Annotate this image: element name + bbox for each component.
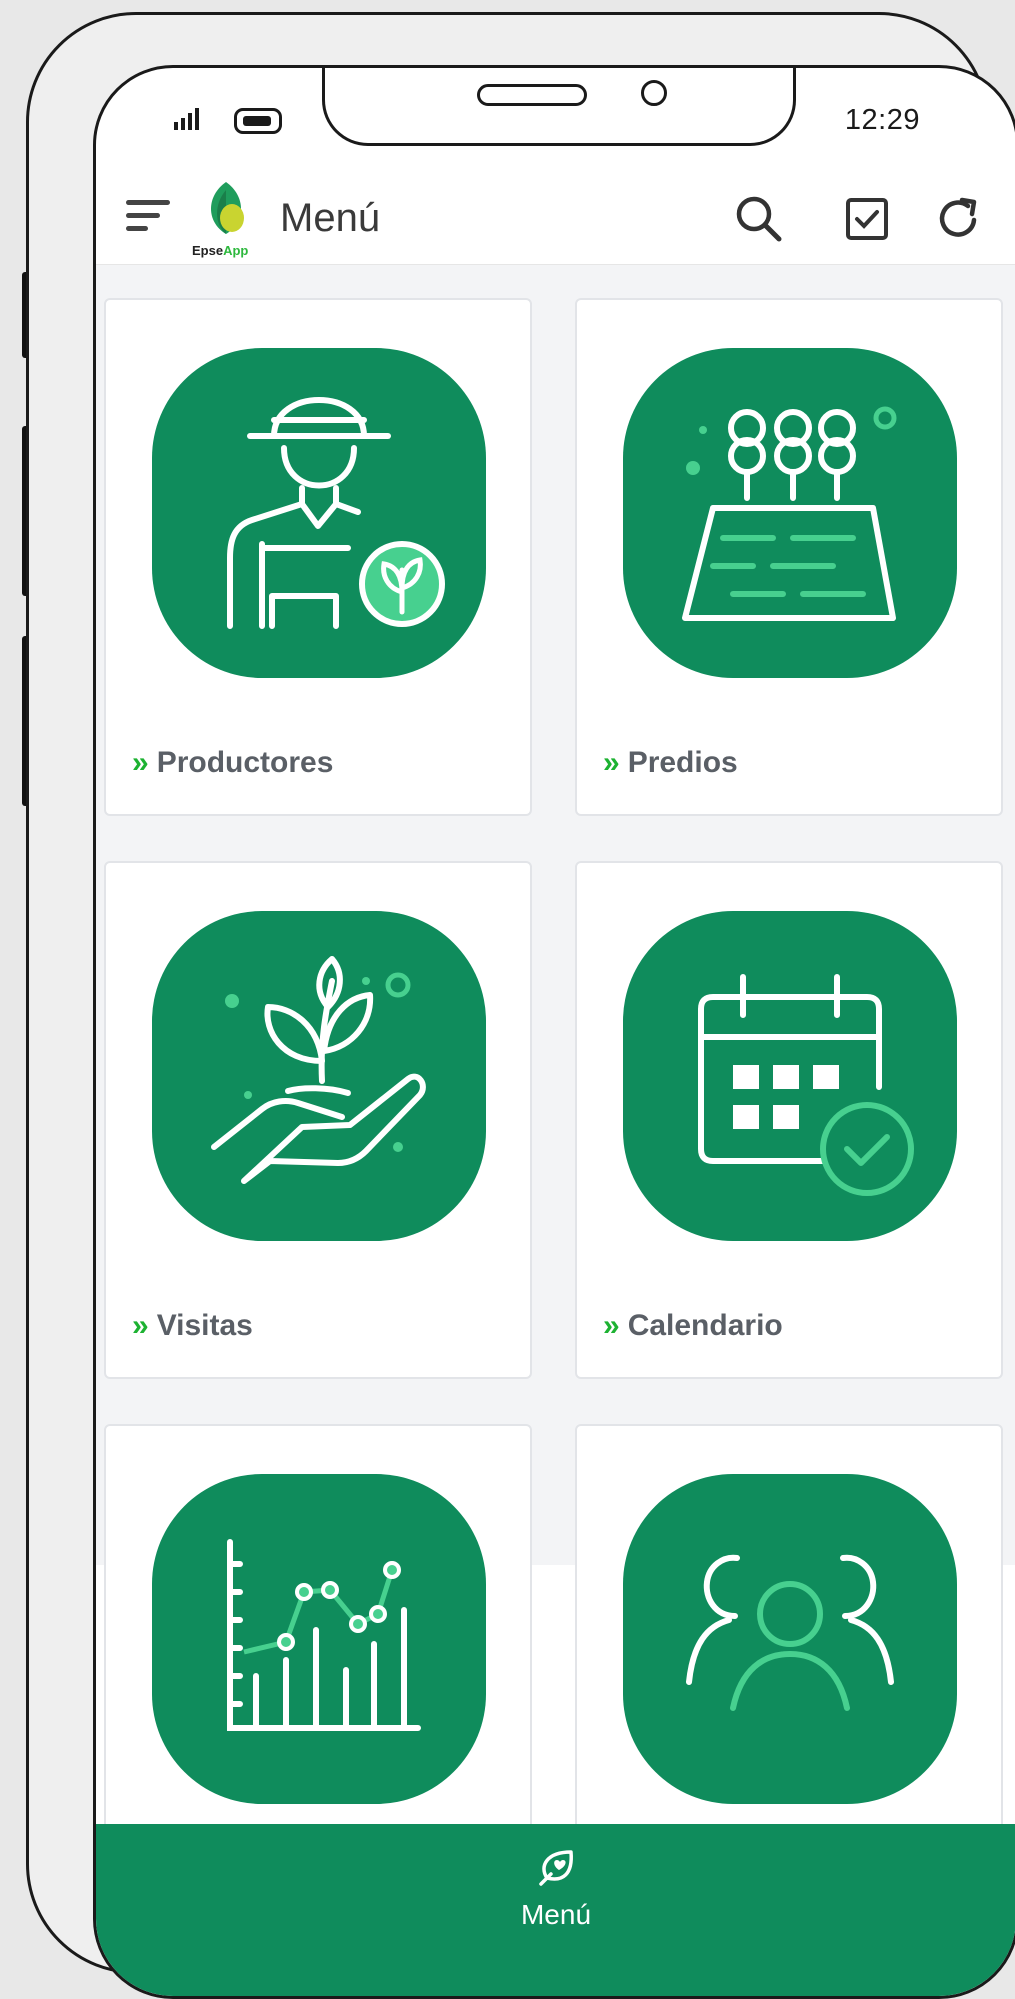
card-icon-background [152, 1474, 486, 1804]
farmer-icon [227, 397, 445, 629]
menu-card-calendario[interactable]: » Calendario [575, 861, 1003, 1379]
refresh-icon [939, 197, 977, 237]
checkbox-icon [846, 198, 888, 240]
field-icon [682, 406, 897, 621]
logo-text: EpseApp [192, 243, 249, 258]
menu-icon[interactable] [126, 200, 170, 236]
menu-card-productores[interactable]: » Productores [104, 298, 532, 816]
menu-card-predios[interactable]: » Predios [575, 298, 1003, 816]
card-label: » Productores [132, 746, 334, 779]
bottom-nav: Menú [96, 1824, 1015, 1996]
signal-icon [174, 108, 199, 130]
leaf-logo-icon [211, 182, 244, 234]
chevron-right-icon: » [132, 1309, 149, 1342]
search-icon [736, 196, 782, 242]
chevron-right-icon: » [132, 746, 149, 779]
calendar-check-icon [698, 974, 914, 1196]
phone-screen: 12:29 EpseApp Menú » Productores » Predi… [93, 65, 1015, 1999]
phone-frame: 12:29 EpseApp Menú » Productores » Predi… [26, 12, 1015, 1999]
plant-hand-icon [211, 956, 426, 1184]
menu-grid: » Productores » Predios » Visitas » Cale… [96, 265, 1015, 1942]
card-label: » Predios [603, 746, 738, 779]
chevron-right-icon: » [603, 1309, 620, 1342]
menu-card-visitas[interactable]: » Visitas [104, 861, 532, 1379]
checklist-button[interactable] [840, 192, 894, 246]
card-icon-background [623, 1474, 957, 1804]
refresh-button[interactable] [932, 192, 986, 246]
card-icon-background [623, 911, 957, 1241]
card-icon-background [623, 348, 957, 678]
search-button[interactable] [732, 192, 786, 246]
chart-icon [227, 1539, 421, 1731]
card-label: » Calendario [603, 1309, 783, 1342]
card-icon-background [152, 348, 486, 678]
nav-item-menu[interactable]: Menú [521, 1846, 591, 1931]
status-time: 12:29 [844, 104, 920, 136]
card-label: » Visitas [132, 1309, 253, 1342]
app-bar: EpseApp Menú [96, 148, 1015, 265]
page-title: Menú [280, 196, 381, 240]
front-camera [641, 80, 667, 106]
nav-label: Menú [520, 1899, 592, 1930]
speaker [477, 84, 587, 106]
users-icon [686, 1554, 894, 1711]
battery-icon [234, 108, 282, 134]
leaf-heart-icon [539, 1850, 573, 1886]
notch [322, 68, 796, 146]
chevron-right-icon: » [603, 746, 620, 779]
card-icon-background [152, 911, 486, 1241]
app-logo: EpseApp [192, 178, 260, 258]
